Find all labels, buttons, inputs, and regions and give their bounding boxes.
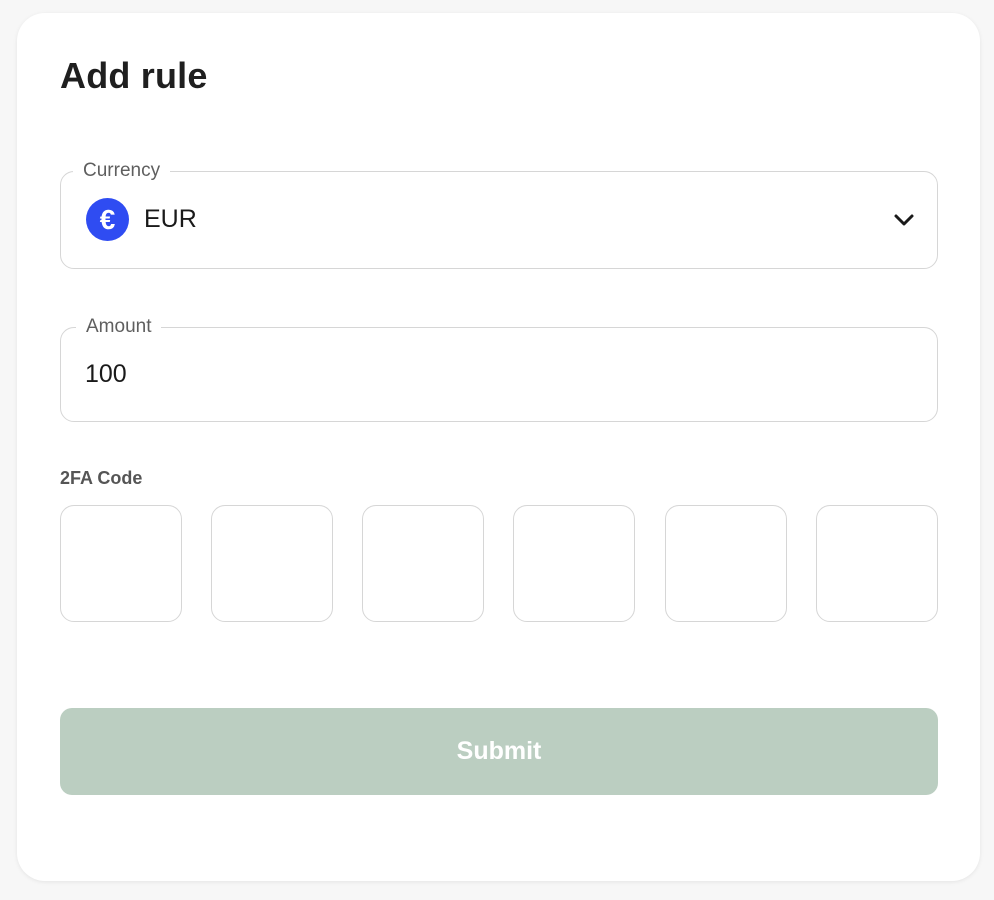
form-title: Add rule <box>60 55 208 96</box>
currency-label: Currency <box>73 159 171 183</box>
tfa-digit-4[interactable] <box>513 505 635 622</box>
tfa-label: 2FA Code <box>60 468 143 488</box>
chevron-down-icon[interactable] <box>893 209 915 231</box>
euro-icon: € <box>86 198 129 241</box>
tfa-digit-3[interactable] <box>362 505 484 622</box>
amount-field: Amount <box>60 315 938 422</box>
amount-input[interactable] <box>85 354 905 394</box>
tfa-digit-2[interactable] <box>211 505 333 622</box>
tfa-digit-6[interactable] <box>816 505 938 622</box>
tfa-digit-1[interactable] <box>60 505 182 622</box>
amount-label: Amount <box>76 315 162 339</box>
add-rule-card: Add rule Currency € EUR Amount 2FA Code … <box>17 13 980 881</box>
currency-select[interactable]: Currency € EUR <box>60 159 938 269</box>
tfa-digit-5[interactable] <box>665 505 787 622</box>
submit-button[interactable]: Submit <box>60 708 938 795</box>
currency-value: EUR <box>144 205 197 233</box>
